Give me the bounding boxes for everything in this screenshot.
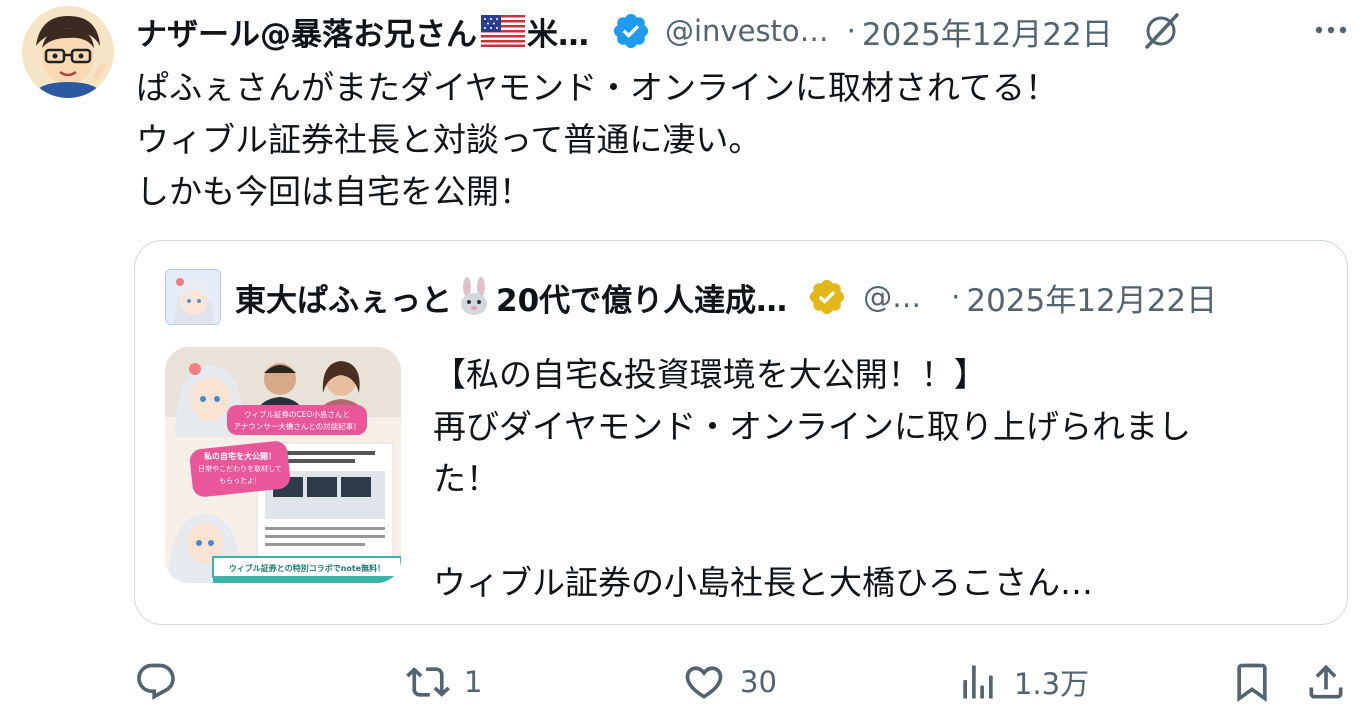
- reply-icon: [137, 663, 175, 700]
- author-avatar[interactable]: [22, 6, 114, 98]
- retweet-icon: [406, 667, 450, 697]
- retweet-button[interactable]: 1: [406, 660, 482, 704]
- tweet-text: ぱふぇさんがまたダイヤモンド・オンラインに取材されてる！ ウィブル証券社長と対談…: [136, 62, 1336, 218]
- quoted-author-avatar[interactable]: [165, 269, 221, 325]
- bookmark-button[interactable]: [1230, 660, 1274, 704]
- quoted-line: た！: [433, 459, 499, 498]
- verified-badge-icon[interactable]: [611, 11, 651, 51]
- separator-dot: ·: [846, 14, 856, 48]
- quoted-tweet-text: 【私の自宅&投資環境を大公開！！】 再びダイヤモンド・オンラインに取り上げられま…: [433, 349, 1313, 609]
- thumb-bubble-mid3: もらったよ！: [219, 477, 261, 485]
- views-count: 1.3万: [1014, 667, 1090, 701]
- quoted-author-name[interactable]: 東大ぱふぇっと: [235, 275, 452, 320]
- author-name[interactable]: ナザール@暴落お兄さん: [136, 9, 477, 54]
- tweet-date[interactable]: 2025年12月22日: [862, 9, 1113, 54]
- bookmark-icon: [1237, 663, 1267, 703]
- rabbit-emoji-icon: [461, 277, 487, 315]
- reply-button[interactable]: [134, 660, 192, 704]
- gold-verified-badge-icon[interactable]: [807, 277, 847, 317]
- quoted-line: [433, 505, 1313, 557]
- quoted-tweet-thumbnail[interactable]: ウィブル証券のCEO小島さんと アナウンサー大橋さんとの対談記事！ 私の自宅を大…: [165, 347, 401, 583]
- heart-icon: [685, 666, 723, 699]
- like-count: 30: [740, 665, 777, 699]
- thumb-bubble-top2: アナウンサー大橋さんとの対談記事！: [233, 421, 360, 431]
- tweet-line: ぱふぇさんがまたダイヤモンド・オンラインに取材されてる！: [136, 68, 1059, 107]
- share-icon: [1309, 664, 1343, 699]
- views-chart-icon: [963, 665, 993, 699]
- thumb-bubble-mid2: 日常やこだわりを取材して: [198, 464, 282, 473]
- thumb-banner: ウィブル証券との特別コラボでnote無料！: [229, 563, 385, 573]
- quoted-line: 再びダイヤモンド・オンラインに取り上げられまし: [433, 407, 1192, 446]
- like-button[interactable]: 30: [682, 660, 777, 704]
- tweet-action-bar: 1 30 1.3万: [0, 650, 1365, 712]
- quoted-line: ウィブル証券の小島社長と大橋ひろこさん…: [433, 563, 1093, 602]
- quoted-tweet-header: 東大ぱふぇっと 20代で億り人達成… @… · 2025年12月22日: [235, 265, 1335, 329]
- quoted-author-handle[interactable]: @…: [863, 280, 921, 314]
- thumb-bubble-mid: 私の自宅を大公開！: [203, 451, 276, 461]
- us-flag-icon: [481, 15, 525, 47]
- quoted-tweet-date[interactable]: 2025年12月22日: [966, 275, 1217, 320]
- tweet-header: ナザール@暴落お兄さん 米… @investo… · 2025年12月22日: [136, 6, 1361, 56]
- tweet-line: しかも今回は自宅を公開！: [136, 172, 532, 211]
- grok-icon[interactable]: [1139, 9, 1183, 53]
- author-handle[interactable]: @investo…: [665, 14, 829, 48]
- quoted-line: 【私の自宅&投資環境を大公開！！】: [433, 355, 987, 394]
- author-name-suffix[interactable]: 米…: [527, 9, 589, 54]
- tweet-line: ウィブル証券社長と対談って普通に凄い。: [136, 120, 762, 159]
- views-button[interactable]: 1.3万: [956, 660, 1089, 704]
- quoted-author-name-suffix[interactable]: 20代で億り人達成…: [496, 275, 787, 320]
- separator-dot: ·: [951, 280, 961, 314]
- more-options-icon[interactable]: [1309, 4, 1353, 48]
- quoted-tweet-card[interactable]: 東大ぱふぇっと 20代で億り人達成… @… · 2025年12月22日 ウィブル…: [134, 240, 1348, 625]
- share-button[interactable]: [1304, 660, 1348, 704]
- thumb-bubble-top: ウィブル証券のCEO小島さんと: [244, 409, 350, 419]
- retweet-count: 1: [464, 665, 483, 699]
